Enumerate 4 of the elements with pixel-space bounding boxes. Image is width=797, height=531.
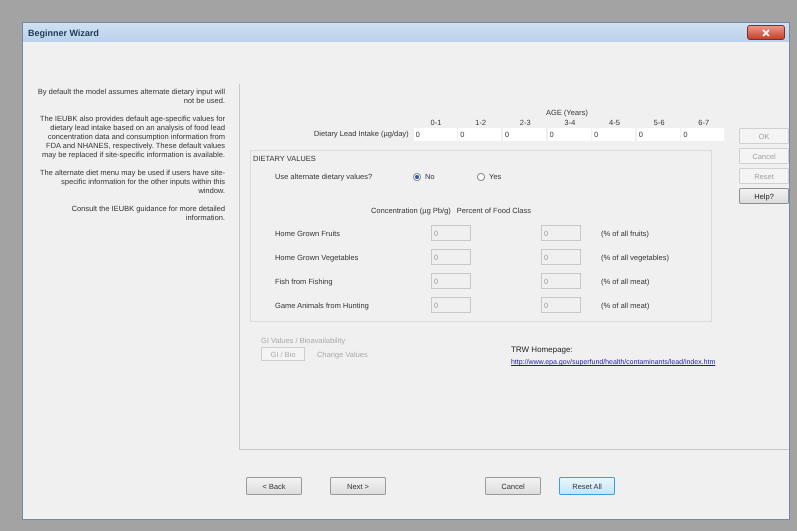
homepage-label: TRW Homepage: — [511, 345, 574, 354]
close-button[interactable] — [747, 25, 785, 40]
close-icon — [762, 28, 770, 36]
window-title: Beginner Wizard — [28, 28, 99, 38]
